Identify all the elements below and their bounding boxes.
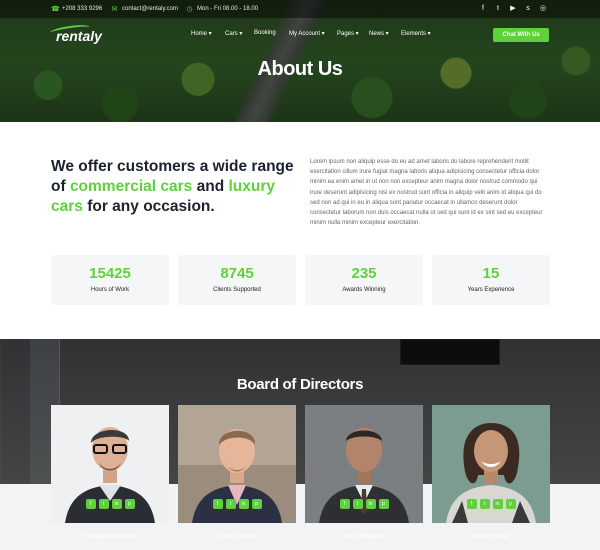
facebook-icon[interactable]: f — [478, 4, 488, 14]
email-info[interactable]: ✉ contact@rentaly.com — [111, 0, 178, 18]
youtube-icon[interactable]: ▶ — [508, 4, 518, 14]
card-socials: f t in p — [51, 499, 169, 509]
stat-card: 8745 Clients Supported — [178, 255, 296, 305]
facebook-icon[interactable]: f — [339, 499, 350, 509]
pinterest-icon[interactable]: p — [251, 499, 262, 509]
twitter-icon[interactable]: t — [493, 4, 503, 14]
stat-value: 15 — [482, 265, 500, 282]
page-title: About Us — [257, 58, 343, 80]
facebook-icon[interactable]: f — [85, 499, 96, 509]
stat-label: Awards Winning — [342, 287, 386, 293]
nav-item-booking[interactable]: Booking — [254, 30, 276, 36]
nav-item-home[interactable]: Home ▾ — [191, 30, 212, 37]
stat-card: 235 Awards Winning — [305, 255, 423, 305]
nav-item-pages[interactable]: Pages ▾ — [337, 30, 359, 37]
nav-item-news[interactable]: News ▾ — [369, 30, 389, 37]
stat-label: Hours of Work — [90, 287, 130, 293]
headline-highlight-commercial: commercial cars — [69, 178, 193, 195]
phone-text: +208 333 9296 — [62, 6, 103, 12]
director-card[interactable]: f t in p — [305, 405, 423, 523]
stat-card: 15 Years Experience — [432, 255, 550, 305]
hours-info: ◷ Mon - Fri 08.00 - 18.00 — [186, 0, 258, 18]
director-name: Robyn Peel — [473, 533, 509, 540]
card-socials: f t in p — [432, 499, 550, 509]
envelope-icon: ✉ — [111, 5, 118, 13]
top-bar: ☎ +208 333 9296 ✉ contact@rentaly.com ◷ … — [0, 0, 600, 18]
twitter-icon[interactable]: t — [479, 499, 490, 509]
director-name: Fynley Wilkinson — [83, 533, 137, 540]
intro-headline: We offer customers a wide range of comme… — [51, 157, 311, 217]
linkedin-icon[interactable]: in — [365, 499, 376, 509]
intro-paragraph: Lorem ipsum non aliquip esse do eu ad am… — [310, 159, 543, 227]
card-socials: f t in p — [178, 499, 296, 509]
nav-item-cars[interactable]: Cars ▾ — [225, 30, 242, 37]
stat-value: 235 — [351, 265, 377, 282]
stat-value: 8745 — [220, 265, 254, 282]
linkedin-icon[interactable]: in — [238, 499, 249, 509]
card-socials: f t in p — [305, 499, 423, 509]
linkedin-icon[interactable]: in — [492, 499, 503, 509]
board-title: Board of Directors — [236, 376, 364, 393]
director-name: Peter Welsh — [218, 533, 256, 540]
logo[interactable]: rentaly — [56, 28, 102, 44]
email-text: contact@rentaly.com — [122, 6, 179, 12]
instagram-icon[interactable]: ◎ — [538, 4, 548, 14]
stat-value: 15425 — [89, 265, 131, 282]
pinterest-icon[interactable]: p — [124, 499, 135, 509]
linkedin-icon[interactable]: in — [111, 499, 122, 509]
stat-card: 15425 Hours of Work — [51, 255, 169, 305]
facebook-icon[interactable]: f — [466, 499, 477, 509]
director-name: John Shepard — [342, 533, 386, 540]
pinterest-icon[interactable]: p — [505, 499, 516, 509]
nav-item-my-account[interactable]: My Account ▾ — [289, 30, 325, 37]
director-card[interactable]: f t in p — [51, 405, 169, 523]
pinterest-icon[interactable]: p — [378, 499, 389, 509]
chat-with-us-button[interactable]: Chat With Us — [493, 28, 549, 42]
headline-text-2: for any occasion. — [82, 198, 215, 215]
stat-label: Clients Supported — [213, 287, 261, 293]
twitter-icon[interactable]: t — [225, 499, 236, 509]
phone-info[interactable]: ☎ +208 333 9296 — [51, 0, 102, 18]
phone-icon: ☎ — [51, 5, 60, 13]
stat-label: Years Experience — [467, 287, 515, 293]
hours-text: Mon - Fri 08.00 - 18.00 — [197, 6, 259, 12]
skype-icon[interactable]: s — [523, 4, 533, 14]
twitter-icon[interactable]: t — [352, 499, 363, 509]
clock-icon: ◷ — [186, 5, 193, 13]
nav-item-elements[interactable]: Elements ▾ — [401, 30, 431, 37]
twitter-icon[interactable]: t — [98, 499, 109, 509]
director-card[interactable]: f t in p — [432, 405, 550, 523]
facebook-icon[interactable]: f — [212, 499, 223, 509]
headline-text-and: and — [192, 178, 229, 195]
director-card[interactable]: f t in p — [178, 405, 296, 523]
